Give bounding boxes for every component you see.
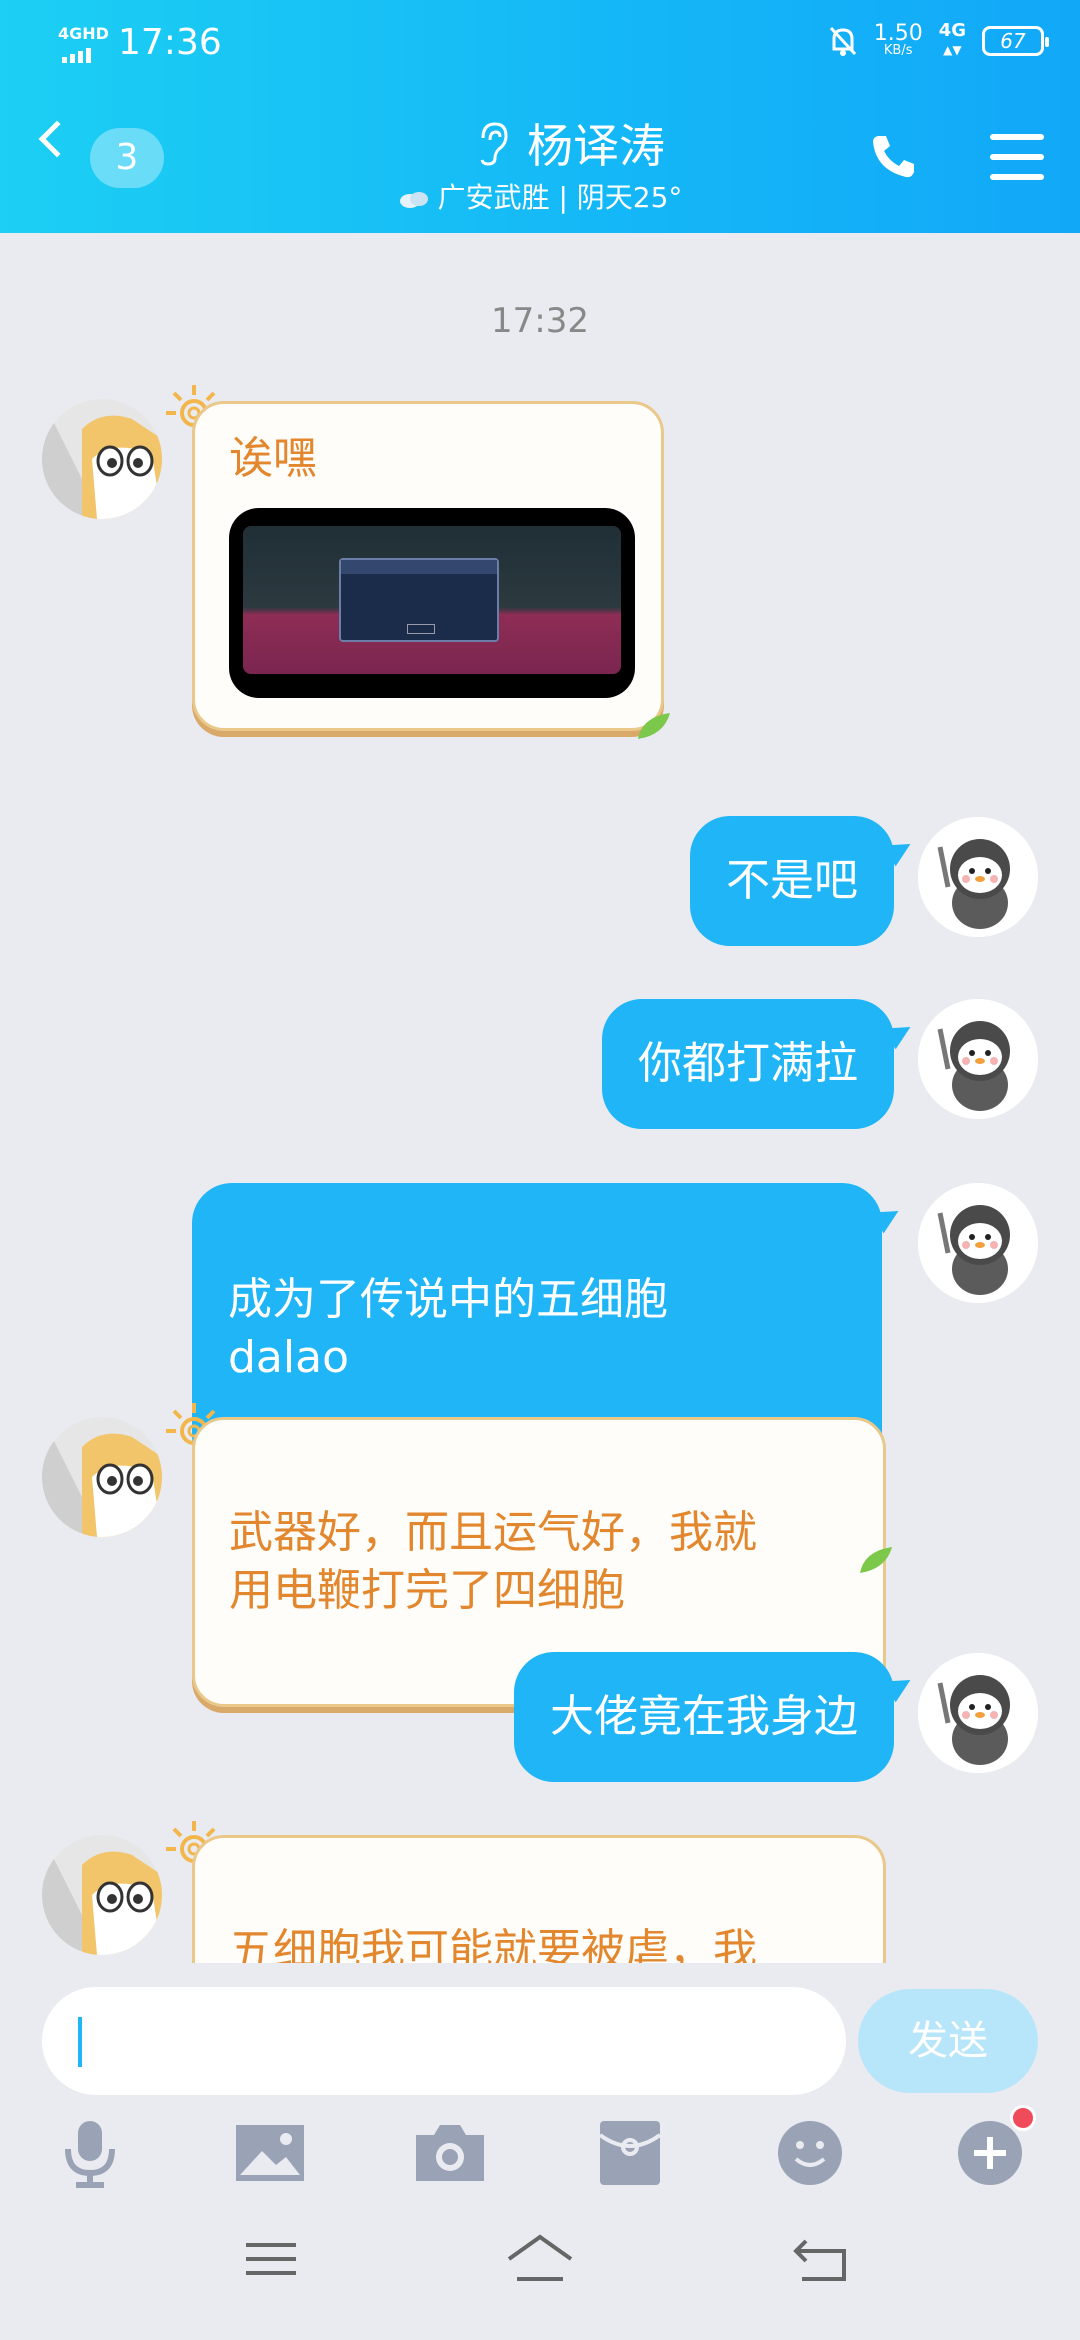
message-input[interactable] [42, 1987, 846, 2095]
contact-avatar[interactable] [42, 1835, 162, 1955]
network-type: 4G ▲▼ [938, 20, 966, 58]
image-icon[interactable] [230, 2113, 310, 2193]
my-avatar[interactable] [918, 817, 1038, 937]
red-packet-icon[interactable] [590, 2113, 670, 2193]
bell-off-icon [829, 26, 856, 56]
my-avatar[interactable] [918, 999, 1038, 1119]
plus-button[interactable] [950, 2105, 1036, 2193]
leaf-decoration-icon [638, 713, 670, 739]
system-nav-bar [0, 2223, 1080, 2340]
input-bar: 发送 [0, 1963, 1080, 2340]
contact-subtitle: 广安武胜 | 阴天25° [0, 176, 1080, 216]
message-text: 五细胞我可能就要被虐，我 感觉 [229, 1925, 757, 1963]
home-icon[interactable] [505, 2223, 575, 2293]
signal-icon [62, 48, 91, 63]
cloud-icon [399, 192, 428, 208]
more-menu-icon[interactable] [990, 134, 1044, 180]
emoji-icon[interactable] [770, 2113, 850, 2193]
screenshot-image[interactable] [229, 508, 635, 698]
text-caret [78, 2017, 82, 2067]
message-bubble-outgoing[interactable]: 不是吧 [690, 816, 894, 946]
message-text: 诶嘿 [229, 433, 317, 484]
message-text: 不是吧 [726, 855, 858, 906]
notification-dot [1010, 2105, 1036, 2131]
camera-icon[interactable] [410, 2113, 490, 2193]
phone-icon[interactable] [868, 130, 920, 182]
message-bubble-outgoing[interactable]: 大佬竟在我身边 [514, 1652, 894, 1782]
network-type-label: 4G [938, 20, 966, 41]
my-avatar[interactable] [918, 1183, 1038, 1303]
contact-avatar[interactable] [42, 1417, 162, 1537]
network-speed: 1.50 KB/s [874, 23, 923, 58]
back-nav-icon[interactable] [786, 2223, 856, 2293]
message-bubble-outgoing[interactable]: 你都打满拉 [602, 999, 894, 1129]
battery-level: 67 [1000, 28, 1026, 53]
microphone-icon[interactable] [50, 2113, 130, 2193]
input-toolbar [0, 2105, 1080, 2203]
chat-header: 4GHD 17:36 1.50 KB/s 4G ▲▼ 67 3 杨译涛 广安武胜 … [0, 0, 1080, 233]
my-avatar[interactable] [918, 1653, 1038, 1773]
send-button[interactable]: 发送 [858, 1989, 1038, 2093]
ear-icon [480, 122, 508, 166]
status-time: 17:36 [118, 22, 222, 63]
status-bar: 4GHD 17:36 1.50 KB/s 4G ▲▼ 67 [0, 18, 1080, 68]
leaf-decoration-icon [860, 1547, 892, 1573]
message-text: 你都打满拉 [638, 1038, 858, 1089]
contact-avatar[interactable] [42, 399, 162, 519]
message-text: 成为了传说中的五细胞 dalao [228, 1274, 668, 1383]
message-text: 大佬竟在我身边 [550, 1691, 858, 1742]
location-weather: 广安武胜 | 阴天25° [437, 181, 683, 214]
contact-name: 杨译涛 [527, 119, 665, 173]
message-bubble-incoming[interactable]: 五细胞我可能就要被虐，我 感觉 [192, 1835, 886, 1963]
network-label: 4GHD [58, 24, 109, 43]
message-text: 武器好，而且运气好，我就 用电鞭打完了四细胞 [229, 1507, 757, 1616]
contact-title[interactable]: 杨译涛 [475, 110, 665, 176]
message-bubble-incoming[interactable]: 诶嘿 [192, 401, 664, 731]
battery-icon: 67 [982, 25, 1049, 56]
recent-apps-icon[interactable] [236, 2223, 306, 2293]
message-list[interactable]: 17:32 诶嘿 不是吧 你都打满拉 成为了传说中的五细胞 dalao 武器好，… [0, 233, 1080, 1963]
message-timestamp: 17:32 [491, 301, 589, 341]
